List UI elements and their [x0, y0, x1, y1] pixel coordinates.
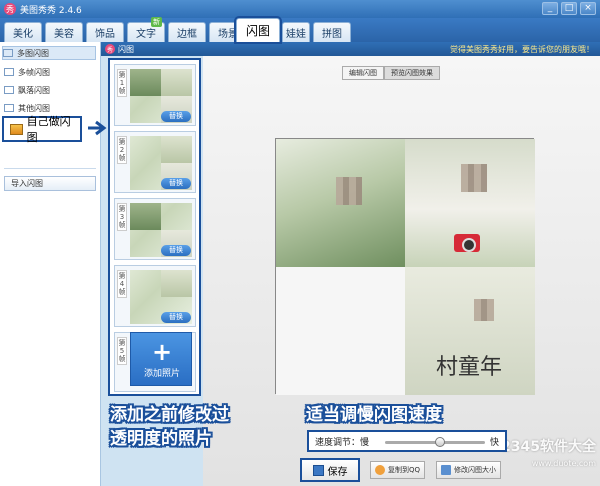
- resize-icon: [441, 465, 451, 475]
- save-label: 保存: [327, 466, 348, 478]
- maximize-button[interactable]: □: [561, 2, 577, 15]
- annotation-left-line2: 透明度的照片: [110, 429, 212, 449]
- falling-icon: [4, 86, 14, 94]
- sidebar-item-falling[interactable]: 飘落闪图: [4, 83, 50, 97]
- sidebar-item-label: 多图闪图: [17, 48, 49, 58]
- tab-flash[interactable]: 闪图: [234, 16, 282, 44]
- tab-beautify[interactable]: 美化: [4, 22, 42, 42]
- plus-icon: +: [151, 338, 173, 366]
- new-badge: 新: [151, 17, 162, 27]
- tab-text[interactable]: 文字 新: [127, 17, 165, 42]
- copy-qq-label: 复制到QQ: [388, 466, 421, 474]
- import-label: 导入闪图: [11, 179, 43, 188]
- tab-preview-flash[interactable]: 预览闪图效果: [384, 66, 440, 80]
- tab-label: 饰品: [95, 29, 115, 40]
- sidebar-item-frames[interactable]: 多帧闪图: [4, 65, 50, 79]
- import-flash-button[interactable]: 导入闪图: [4, 176, 96, 191]
- speed-slider[interactable]: [385, 437, 485, 447]
- camera-icon: [454, 234, 480, 252]
- frames-icon: [4, 68, 14, 76]
- tab-frame[interactable]: 边框: [168, 22, 206, 42]
- sidebar-item-label: 多帧闪图: [18, 67, 50, 77]
- add-photo-label: 添加照片: [143, 369, 180, 379]
- main-tabbar: 美化 美容 饰品 文字 新 边框 场景 闪图 娃娃 拼图: [0, 16, 600, 44]
- sidebar-item-multi[interactable]: 多图闪图: [2, 46, 96, 60]
- window-controls: _ □ ×: [542, 2, 596, 15]
- annotation-right: 适当调慢闪图速度: [306, 405, 442, 425]
- tab-edit-flash[interactable]: 编辑闪图: [342, 66, 384, 80]
- save-icon: [312, 464, 324, 476]
- save-button[interactable]: 保存: [300, 458, 360, 482]
- multi-image-icon: [3, 49, 13, 57]
- frame-label: 第2帧: [117, 136, 127, 164]
- resize-flash-button[interactable]: 修改闪图大小: [436, 461, 501, 479]
- tab-label: 美容: [54, 29, 74, 40]
- tab-doll[interactable]: 娃娃: [282, 22, 310, 42]
- handwriting-text: 村童年: [436, 355, 503, 380]
- frame-label: 第5帧: [117, 337, 127, 365]
- tab-accessories[interactable]: 饰品: [86, 22, 124, 42]
- copy-to-qq-button[interactable]: 复制到QQ: [370, 461, 426, 479]
- speed-label: 速度调节：慢: [315, 437, 370, 448]
- tab-collage[interactable]: 拼图: [313, 22, 351, 42]
- custom-flash-label: 自己做闪图: [26, 115, 71, 144]
- tab-label: 场景: [218, 29, 238, 40]
- frame-item[interactable]: 第2帧 替换: [114, 131, 196, 193]
- watermark-line1: 2345软件大全: [501, 439, 596, 455]
- close-button[interactable]: ×: [580, 2, 596, 15]
- mosaic-blur: [336, 177, 362, 205]
- panel-title: 闪图: [118, 44, 134, 54]
- window-titlebar: 秀 美图秀秀 2.4.6 _ □ ×: [0, 0, 600, 18]
- sidebar-item-label: 其他闪图: [18, 103, 50, 113]
- other-icon: [4, 104, 14, 112]
- mosaic-blur: [474, 299, 494, 321]
- mosaic-blur: [461, 164, 487, 192]
- view-tabs: 编辑闪图 预览闪图效果: [342, 66, 440, 80]
- window-title: 美图秀秀 2.4.6: [20, 5, 82, 16]
- qq-icon: [375, 465, 385, 475]
- frame-label: 第1帧: [117, 69, 127, 97]
- speed-control: 速度调节：慢 快: [307, 430, 507, 452]
- sidebar: 多图闪图 多帧闪图 飘落闪图 其他闪图 导入闪图: [0, 42, 101, 486]
- replace-button[interactable]: 替换: [161, 111, 191, 122]
- sidebar-item-label: 飘落闪图: [18, 85, 50, 95]
- annotation-left-line1: 添加之前修改过: [110, 405, 229, 425]
- tab-label: 边框: [177, 29, 197, 40]
- frame-item[interactable]: 第4帧 替换: [114, 265, 196, 327]
- panel-slogan: 觉得美图秀秀好用，要告诉您的朋友哦！: [450, 44, 594, 54]
- panel-header: 秀 闪图 觉得美图秀秀好用，要告诉您的朋友哦！: [101, 42, 600, 56]
- frame-list: 第1帧 替换 第2帧 替换 第3帧 替换 第4帧 替换 第5帧 + 添加照片: [108, 58, 201, 396]
- preview-quadrant: [276, 267, 405, 395]
- speed-fast-label: 快: [489, 437, 499, 448]
- tab-label: 拼图: [322, 29, 342, 40]
- replace-button[interactable]: 替换: [161, 245, 191, 256]
- frame-item[interactable]: 第3帧 替换: [114, 198, 196, 260]
- tab-makeup[interactable]: 美容: [45, 22, 83, 42]
- divider: [4, 168, 96, 169]
- replace-button[interactable]: 替换: [161, 178, 191, 189]
- tab-label: 文字: [136, 29, 156, 40]
- resize-label: 修改闪图大小: [454, 466, 496, 474]
- panel-logo-icon: 秀: [105, 44, 115, 54]
- replace-button[interactable]: 替换: [161, 312, 191, 323]
- minimize-button[interactable]: _: [542, 2, 558, 15]
- arrow-icon: [88, 120, 107, 136]
- tab-label: 娃娃: [286, 29, 306, 40]
- frame-label: 第4帧: [117, 270, 127, 298]
- frame-label: 第3帧: [117, 203, 127, 231]
- frame-item[interactable]: 第1帧 替换: [114, 64, 196, 126]
- app-logo-icon: 秀: [4, 3, 16, 15]
- custom-flash-icon: [10, 123, 23, 135]
- tab-label: 美化: [13, 29, 33, 40]
- flash-preview-image: 村童年: [275, 138, 535, 395]
- add-photo-button[interactable]: + 添加照片: [130, 332, 192, 386]
- custom-flash-item[interactable]: 自己做闪图: [2, 115, 82, 144]
- tab-label: 闪图: [245, 24, 270, 38]
- watermark-line2: www.duote.com: [531, 459, 596, 468]
- slider-thumb[interactable]: [434, 437, 445, 447]
